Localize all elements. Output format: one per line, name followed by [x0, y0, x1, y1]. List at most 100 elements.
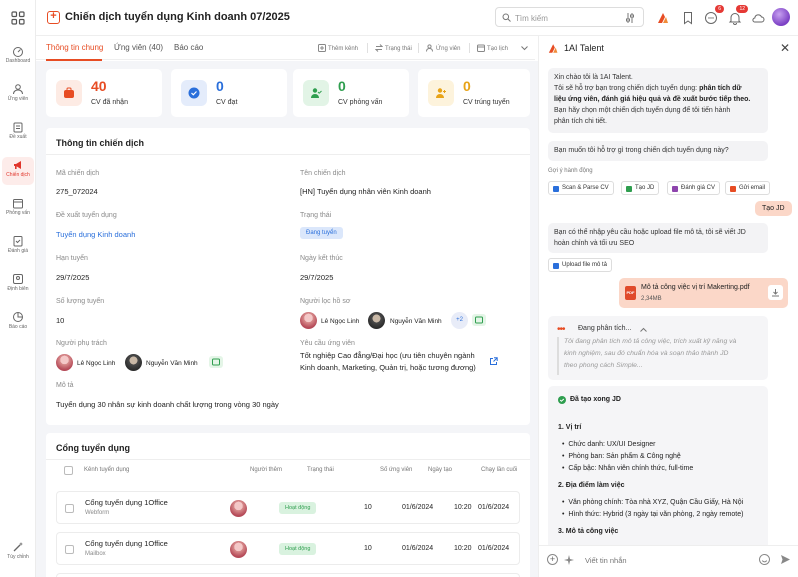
attached-file[interactable]: PDF Mô tả công việc vị trí Makerting.pdf…: [619, 278, 788, 308]
stat-card-hired[interactable]: 0 CV trúng tuyển: [418, 69, 530, 117]
suggestion-text: Scan & Parse CV: [562, 185, 609, 191]
campaign-info-card: Thông tin chiến dịch Mã chiến dịch 275_0…: [46, 128, 530, 425]
sparkle-icon[interactable]: [564, 555, 574, 565]
column-header: Chạy lần cuối: [481, 467, 518, 473]
avatar: [125, 354, 142, 371]
search-icon: [502, 13, 511, 22]
upload-text: Upload file mô tả: [562, 262, 608, 268]
table-row[interactable]: Cổng tuyển dụng 1Office Webform Hoạt độn…: [56, 491, 520, 524]
group-edit-icon[interactable]: [209, 356, 223, 368]
group-edit-icon[interactable]: [472, 314, 486, 326]
field-label: Người phụ trách: [56, 340, 107, 347]
external-link-icon[interactable]: [489, 357, 498, 366]
chat-title: 1AI Talent: [564, 43, 604, 53]
loading-dots-icon: •••: [557, 324, 565, 335]
suggestion-evaluate-cv[interactable]: Đánh giá CV: [667, 181, 721, 195]
message-line: phân tích chi tiết.: [554, 118, 607, 125]
rail-item-dashboard[interactable]: Dashboard: [2, 43, 34, 71]
bookmark-icon[interactable]: [681, 11, 695, 25]
add-icon[interactable]: +: [47, 11, 60, 24]
tab-candidates[interactable]: Ứng viên (40): [114, 43, 163, 52]
stat-icon-box: [303, 80, 329, 106]
divider: [46, 459, 530, 460]
candidate-button[interactable]: Ứng viên: [426, 44, 460, 52]
message-input[interactable]: [585, 552, 745, 568]
created-date: 01/6/2024: [402, 504, 434, 511]
message-line: Bạn có thể nhập yêu cầu hoặc upload file…: [554, 229, 746, 236]
stat-card-interview[interactable]: 0 CV phỏng vấn: [293, 69, 409, 117]
last-run-time: 10:20: [454, 504, 472, 511]
table-row[interactable]: Cổng tuyển dụng 1Office Mailbox Hoạt độn…: [56, 532, 520, 565]
filter-icon[interactable]: [625, 13, 635, 23]
rail-item-interviews[interactable]: Phỏng vấn: [2, 195, 34, 223]
tab-general[interactable]: Thông tin chung: [46, 43, 103, 52]
jd-bullet-text: Cấp bậc: Nhân viên chính thức, full-time: [568, 465, 694, 472]
thinking-text: Tôi đang phân tích mô tả công việc, tríc…: [564, 336, 736, 372]
download-button[interactable]: [768, 285, 783, 300]
created-date: 01/6/2024: [402, 545, 434, 552]
candidate-count: 10: [364, 504, 372, 511]
send-icon[interactable]: [780, 554, 791, 565]
bot-message: Bạn có thể nhập yêu cầu hoặc upload file…: [548, 223, 768, 253]
rail-label: Tùy chỉnh: [7, 554, 29, 560]
screener-name: Nguyễn Văn Minh: [390, 318, 442, 325]
row-checkbox[interactable]: [65, 545, 74, 554]
add-attachment-icon[interactable]: +: [547, 554, 558, 565]
rail-item-headcount[interactable]: Định biên: [2, 271, 34, 299]
add-channel-button[interactable]: Thêm kênh: [318, 44, 358, 52]
brand-logo-icon[interactable]: [656, 11, 670, 25]
download-icon: [772, 289, 779, 297]
rail-item-campaigns[interactable]: Chiến dịch: [2, 157, 34, 185]
chevron-up-icon[interactable]: [640, 327, 647, 332]
deadline-value: 29/7/2025: [56, 273, 90, 282]
stat-value: 0: [338, 78, 346, 94]
tab-reports[interactable]: Báo cáo: [174, 43, 203, 52]
rail-item-reports[interactable]: Báo cáo: [2, 309, 34, 337]
row-checkbox[interactable]: [65, 504, 74, 513]
close-icon[interactable]: ✕: [780, 41, 790, 55]
check-circle-icon: [188, 87, 200, 99]
owner-name: Lê Ngọc Linh: [77, 360, 116, 367]
stat-card-received[interactable]: 40 CV đã nhận: [46, 69, 162, 117]
stat-card-passed[interactable]: 0 CV đạt: [171, 69, 287, 117]
field-label: Yêu cầu ứng viên: [300, 340, 355, 347]
rail-item-reviews[interactable]: Đánh giá: [2, 233, 34, 261]
pdf-file-icon: PDF: [625, 286, 636, 300]
upload-file-button[interactable]: Upload file mô tả: [548, 258, 613, 272]
portal-name: Cổng tuyển dụng 1Office: [85, 498, 168, 507]
suggestion-create-jd[interactable]: Tạo JD: [621, 181, 660, 195]
suggestion-scan-cv[interactable]: Scan & Parse CV: [548, 181, 614, 195]
avatar: [300, 312, 317, 329]
field-label: Ngày kết thúc: [300, 255, 343, 262]
cloud-icon[interactable]: [751, 11, 765, 25]
create-schedule-button[interactable]: Tạo lịch: [477, 44, 508, 52]
rail-item-proposals[interactable]: Đề xuất: [2, 119, 34, 147]
chat-header: 1AI Talent ✕: [539, 36, 798, 60]
suggestion-send-email[interactable]: Gửi email: [725, 181, 771, 195]
user-message: Tạo JD: [755, 201, 792, 216]
apps-grid-icon[interactable]: [11, 11, 25, 25]
more-screeners-button[interactable]: +2: [451, 312, 468, 329]
status-button[interactable]: Trạng thái: [374, 44, 412, 52]
calendar-icon: [13, 199, 23, 209]
table-row[interactable]: [56, 573, 520, 577]
add-channel-label: Thêm kênh: [328, 46, 359, 52]
bot-message: Xin chào tôi là 1AI Talent. Tôi sẽ hỗ tr…: [548, 68, 768, 133]
search-placeholder: Tìm kiếm: [515, 14, 548, 23]
rail-item-customize[interactable]: Tùy chỉnh: [2, 539, 34, 567]
user-avatar[interactable]: [772, 8, 790, 26]
magic-wand-icon: [13, 542, 23, 552]
user-icon: [13, 84, 23, 95]
chevron-down-icon[interactable]: [521, 46, 528, 51]
chat-notification[interactable]: 6: [704, 5, 724, 25]
select-all-checkbox[interactable]: [64, 466, 73, 475]
brand-logo-icon: [548, 44, 558, 53]
jd-done: Đã tạo xong JD: [570, 396, 621, 403]
emoji-icon[interactable]: [759, 554, 770, 565]
recruitment-portals-card: Cổng tuyển dụng Kênh tuyển dụng Người th…: [46, 433, 530, 577]
avatar: [56, 354, 73, 371]
search-input[interactable]: Tìm kiếm: [495, 7, 644, 27]
proposal-link[interactable]: Tuyển dụng Kinh doanh: [56, 230, 135, 239]
bell-notification[interactable]: 12: [728, 5, 748, 25]
rail-item-candidates[interactable]: Ứng viên: [2, 81, 34, 109]
